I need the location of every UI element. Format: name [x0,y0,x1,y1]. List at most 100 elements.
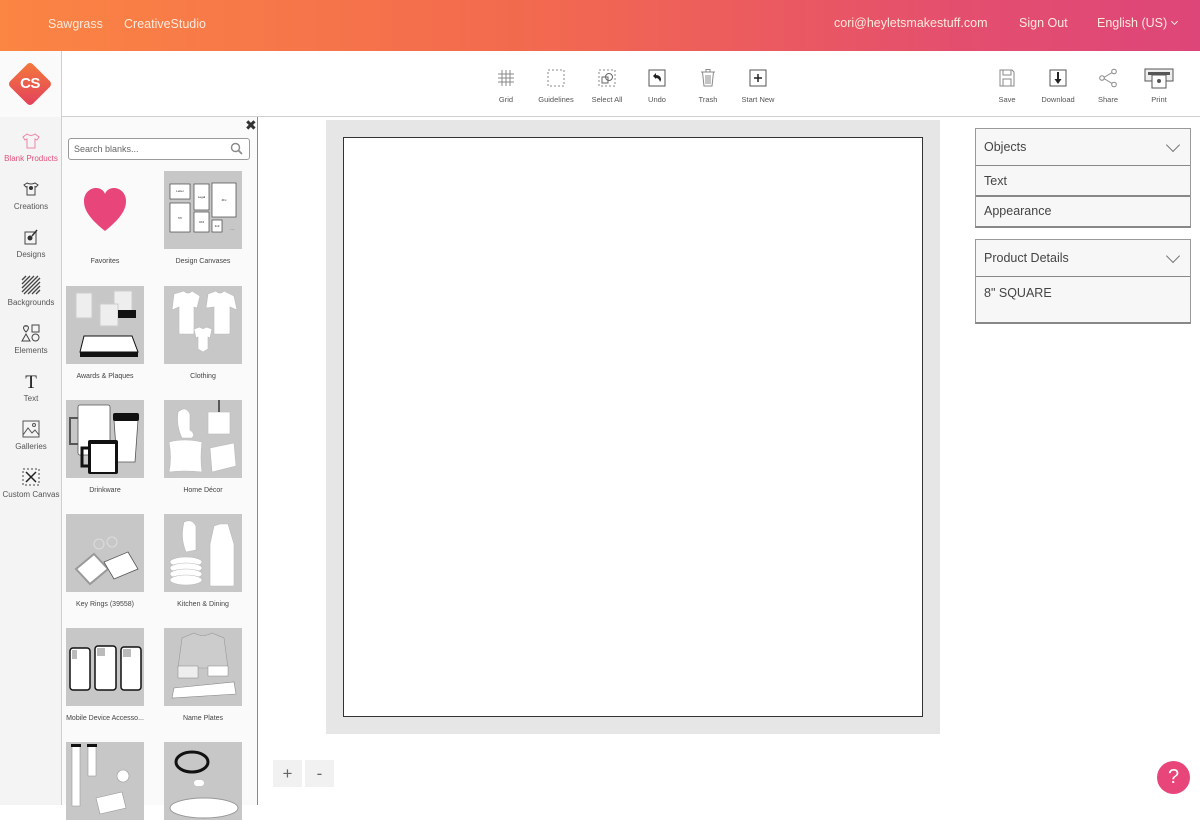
category-label: Kitchen & Dining [177,601,229,608]
sidebar-item-galleries[interactable]: Galleries [0,419,62,451]
home-decor-thumb [164,400,242,478]
toolbar: CS Grid Guidelines Select All Undo Trash… [0,51,1200,117]
pet-thumb [164,742,242,820]
sidebar-label: Text [23,394,39,403]
category-home-decor[interactable]: Home Décor [164,400,242,494]
undo-icon [648,69,666,87]
help-button[interactable]: ? [1157,761,1190,794]
category-name-plates[interactable]: Name Plates [164,628,242,722]
category-kitchen-dining[interactable]: Kitchen & Dining [164,514,242,608]
product-details-panel: Product Details 8" SQUARE [975,239,1191,324]
blanks-panel: ✖ Favorites Letter Legal 4Fx 5X [62,117,258,820]
awards-thumb [66,286,144,364]
clothing-thumb [164,286,242,364]
start-new-button[interactable]: Start New [728,67,788,104]
category-clothing[interactable]: Clothing [164,286,242,380]
category-item-12[interactable] [164,742,242,820]
category-label: Drinkware [89,487,121,494]
search-input[interactable] [69,139,219,159]
chevron-down-icon [1165,137,1181,153]
mobile-thumb [66,628,144,706]
category-label: Name Plates [182,715,224,722]
elements-icon [21,324,40,342]
custom-canvas-icon [22,468,40,486]
zoom-out-button[interactable]: - [305,760,334,787]
logo-text: CS [20,75,40,92]
galleries-icon [22,420,40,438]
product-details-header[interactable]: Product Details [976,240,1190,277]
appearance-row-label: Appearance [984,204,1052,218]
guidelines-icon [547,69,565,87]
sidebar-item-designs[interactable]: Designs [0,227,62,259]
category-key-rings[interactable]: Key Rings (39558) [66,514,144,608]
text-row[interactable]: Text [976,166,1190,197]
category-label: Home Décor [183,487,223,494]
designs-icon [24,229,38,245]
category-awards-plaques[interactable]: Awards & Plaques [66,286,144,380]
print-label: Print [1151,95,1167,104]
app-name-link[interactable]: CreativeStudio [124,17,206,31]
sidebar-label: Blank Products [4,154,58,163]
svg-text:T: T [25,372,37,391]
start-new-label: Start New [741,95,775,104]
objects-header[interactable]: Objects [976,129,1190,166]
design-canvas[interactable] [343,137,923,717]
top-bar: Sawgrass CreativeStudio cori@heyletsmake… [0,0,1200,51]
canvas-size-4x4: 4X4 [199,220,205,224]
sidebar-label: Backgrounds [7,298,55,307]
sidebar-item-backgrounds[interactable]: Backgrounds [0,275,62,307]
sidebar-item-blank-products[interactable]: Blank Products [0,131,62,163]
category-design-canvases[interactable]: Letter Legal 4Fx 5X 4X4 3x3 ... Design C… [164,171,242,265]
sidebar-label: Creations [13,202,49,211]
sidebar-label: Elements [14,346,48,355]
backgrounds-icon [21,275,41,295]
product-size: 8" SQUARE [984,286,1052,300]
name-plates-thumb [164,628,242,706]
canvas-size-legal: Legal [198,195,206,199]
print-icon [1144,68,1174,89]
category-favorites[interactable]: Favorites [66,171,144,265]
download-icon [1049,69,1067,87]
category-drinkware[interactable]: Drinkware [66,400,144,494]
appearance-row[interactable]: Appearance [976,197,1190,226]
category-label: Mobile Device Accesso... [66,715,144,722]
sidebar-item-creations[interactable]: Creations [0,179,62,211]
canvas-size-5x: 5X [178,216,182,220]
sign-out-link[interactable]: Sign Out [1019,16,1068,30]
trash-icon [701,69,715,87]
sidebar-item-text[interactable]: T Text [0,371,62,403]
category-item-11[interactable] [66,742,144,820]
canvas-sizes-image: Letter Legal 4Fx 5X 4X4 3x3 ... [169,182,237,233]
chevron-down-icon [1171,17,1179,26]
print-button[interactable]: Print [1129,67,1189,104]
sidebar-label: Galleries [15,442,47,451]
user-email[interactable]: cori@heyletsmakestuff.com [834,16,988,30]
chevron-down-icon [1165,248,1181,264]
search-box [68,138,250,160]
objects-panel: Objects Text Appearance [975,128,1191,228]
sidebar-label: Custom Canvas [2,490,60,499]
language-label: English (US) [1097,16,1168,30]
text-icon: T [25,372,37,391]
search-icon[interactable] [230,142,243,155]
design-canvases-thumb: Letter Legal 4Fx 5X 4X4 3x3 ... [164,171,242,249]
sidebar-item-elements[interactable]: Elements [0,323,62,355]
close-panel-icon[interactable]: ✖ [245,117,257,134]
category-label: Key Rings (39558) [76,601,134,608]
category-label: Favorites [90,258,120,265]
plus-icon [749,69,767,87]
creations-icon [23,182,39,196]
sidebar-item-custom-canvas[interactable]: Custom Canvas [0,467,62,499]
drinkware-thumb [66,400,144,478]
language-select[interactable]: English (US) [1097,16,1179,30]
select-all-icon [598,69,616,87]
category-mobile-accessories[interactable]: Mobile Device Accesso... [66,628,144,722]
share-icon [1099,68,1117,88]
brand-link[interactable]: Sawgrass [48,17,103,31]
tshirt-icon [22,133,40,149]
sidebar-label: Designs [16,250,46,259]
grid-icon [498,70,514,86]
zoom-in-button[interactable]: + [273,760,302,787]
text-row-label: Text [984,174,1007,188]
product-details-body: 8" SQUARE [976,277,1190,322]
